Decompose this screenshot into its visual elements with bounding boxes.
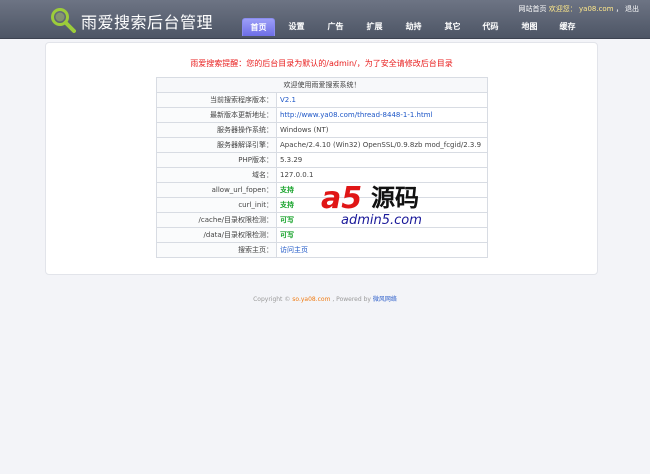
row-key: /cache/目录权限检测： xyxy=(156,212,277,228)
nav-tab-other[interactable]: 其它 xyxy=(436,18,469,36)
row-key: allow_url_fopen： xyxy=(156,182,277,198)
update-url-link[interactable]: http://www.ya08.com/thread-8448-1-1.html xyxy=(276,107,488,123)
row-key: curl_init： xyxy=(156,197,277,213)
row-key: PHP版本： xyxy=(156,152,277,168)
table-header-row: 欢迎使用雨爱搜索系统！ xyxy=(156,77,488,93)
row-key: /data/目录权限检测： xyxy=(156,227,277,243)
security-notice: 雨爱搜索提醒：您的后台目录为默认的/admin/，为了安全请修改后台目录 xyxy=(190,59,453,68)
table-row: 最新版本更新地址： http://www.ya08.com/thread-844… xyxy=(156,107,488,123)
vendor-link[interactable]: 微风网络 xyxy=(373,296,397,303)
powered-text: , Powered by xyxy=(332,296,371,303)
nav-tab-code[interactable]: 代码 xyxy=(474,18,507,36)
row-key: 当前搜索程序版本： xyxy=(156,92,277,108)
data-dir-status: 可写 xyxy=(276,227,488,243)
table-row: 搜索主页： 访问主页 xyxy=(156,242,488,258)
copyright-text: Copyright © xyxy=(253,296,291,303)
welcome-text: 欢迎您 xyxy=(548,5,570,13)
visit-home-link[interactable]: 访问主页 xyxy=(276,242,488,258)
os-value: Windows (NT) xyxy=(276,122,488,138)
nav-tab-cache[interactable]: 缓存 xyxy=(551,18,584,36)
footer: Copyright © so.ya08.com , Powered by 微风网… xyxy=(0,294,650,303)
nav-tab-sitemap[interactable]: 地图 xyxy=(513,18,546,36)
username-link[interactable]: ya08.com xyxy=(579,5,614,13)
nav-tab-hijack[interactable]: 劫持 xyxy=(397,18,430,36)
svg-text:源码: 源码 xyxy=(371,184,419,212)
a5-watermark-logo: a5 源码 admin5.com xyxy=(321,181,422,228)
server-engine-value: Apache/2.4.10 (Win32) OpenSSL/0.9.8zb mo… xyxy=(276,137,488,153)
system-info-table: 欢迎使用雨爱搜索系统！ 当前搜索程序版本： V2.1 最新版本更新地址： htt… xyxy=(156,77,488,258)
row-key: 服务器操作系统： xyxy=(156,122,277,138)
nav-tab-ads[interactable]: 广告 xyxy=(319,18,352,36)
admin-title: 雨爱搜索后台管理 xyxy=(81,13,214,32)
main-panel: 雨爱搜索提醒：您的后台目录为默认的/admin/，为了安全请修改后台目录 欢迎使… xyxy=(45,42,598,275)
svg-text:a5: a5 xyxy=(321,181,362,216)
magnifier-logo-icon xyxy=(51,8,76,33)
table-heading: 欢迎使用雨爱搜索系统！ xyxy=(156,77,488,93)
version-value[interactable]: V2.1 xyxy=(276,92,488,108)
nav-tab-settings[interactable]: 设置 xyxy=(280,18,313,36)
svg-text:admin5.com: admin5.com xyxy=(341,213,422,228)
row-key: 服务器解译引擎： xyxy=(156,137,277,153)
row-key: 最新版本更新地址： xyxy=(156,107,277,123)
top-links: 网站首页 欢迎您： ya08.com ， 退出 xyxy=(518,5,639,13)
php-version-value: 5.3.29 xyxy=(276,152,488,168)
table-row: 当前搜索程序版本： V2.1 xyxy=(156,92,488,108)
site-link[interactable]: so.ya08.com xyxy=(292,296,330,303)
table-row: 服务器解译引擎： Apache/2.4.10 (Win32) OpenSSL/0… xyxy=(156,137,488,153)
table-row: 服务器操作系统： Windows (NT) xyxy=(156,122,488,138)
table-row: /data/目录权限检测： 可写 xyxy=(156,227,488,243)
row-key: 搜索主页： xyxy=(156,242,277,258)
row-key: 域名： xyxy=(156,167,277,183)
logout-link[interactable]: 退出 xyxy=(625,5,639,13)
nav-tab-extensions[interactable]: 扩展 xyxy=(358,18,391,36)
top-header: 雨爱搜索后台管理 网站首页 欢迎您： ya08.com ， 退出 首页 设置 广… xyxy=(0,0,650,39)
nav-tab-home[interactable]: 首页 xyxy=(242,18,275,36)
table-row: PHP版本： 5.3.29 xyxy=(156,152,488,168)
site-home-link[interactable]: 网站首页 xyxy=(519,5,547,13)
